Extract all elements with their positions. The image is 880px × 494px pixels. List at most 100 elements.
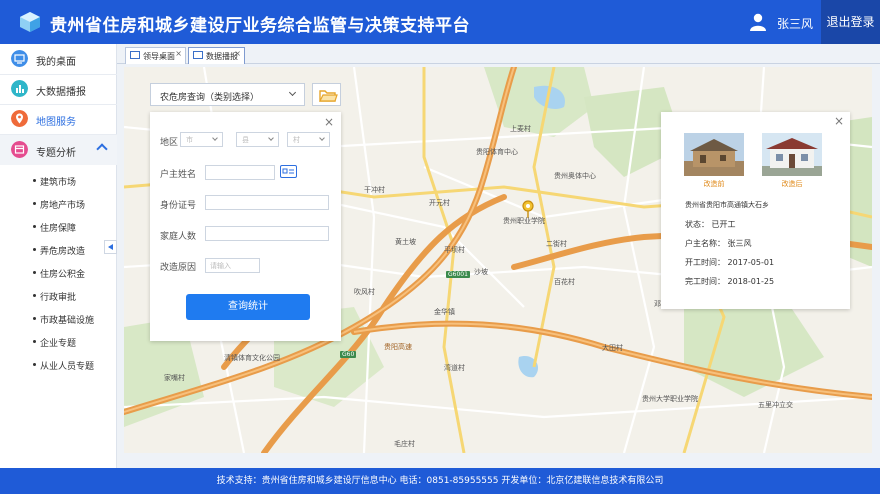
bullet-icon [33,225,36,228]
select-value: 村 [293,136,300,144]
query-category-select[interactable]: 农危房查询（类别选择） [150,83,305,106]
map-label: 金华镇 [434,308,455,316]
select-value: 市 [186,136,193,144]
start-date-text: 开工时间： 2017-05-01 [685,258,775,267]
map-label: 贵州大学职业学院 [642,395,698,403]
road-badge: G6001 [446,271,470,278]
family-size-input[interactable] [205,226,329,241]
chart-icon [11,80,28,97]
chevron-down-icon [268,135,274,141]
before-photo[interactable] [684,133,744,176]
tab-data-report[interactable]: 数据播报 × [188,47,245,64]
family-size-label: 家庭人数 [160,232,197,242]
tab-close-icon[interactable]: × [234,49,241,58]
query-submit-button[interactable]: 查询统计 [186,294,310,320]
sidebar-collapse-handle[interactable] [104,240,117,254]
sidebar-item-topic-analysis[interactable]: 专题分析 [0,135,117,165]
query-panel: × 地区 市 县 村 户主姓名 身份证号 家庭人数 改造原因 请输入 查询统计 [150,112,341,341]
bullet-icon [33,271,36,274]
after-photo[interactable] [762,133,822,176]
map-label: 贵阳高速 [384,343,412,351]
sub-item-label: 企业专题 [40,339,77,349]
sub-item-label: 弄危房改造 [40,247,86,257]
map-label: 大田村 [602,344,623,352]
tab-close-icon[interactable]: × [175,49,182,58]
sub-item-label: 住房保障 [40,224,77,234]
id-card-reader-button[interactable] [280,165,297,178]
id-number-input[interactable] [205,195,329,210]
sub-item-housing-security[interactable]: 住房保障 [0,215,117,238]
sub-item-label: 建筑市场 [40,178,77,188]
bullet-icon [33,179,36,182]
app-header: 贵州省住房和城乡建设厅业务综合监管与决策支持平台 张三风 退出登录 [0,0,880,44]
sidebar-item-desktop[interactable]: 我的桌面 [0,44,117,74]
finish-date-text: 完工时间： 2018-01-25 [685,277,775,286]
input-placeholder: 请输入 [210,262,231,270]
sub-item-municipal-infrastructure[interactable]: 市政基础设施 [0,307,117,330]
window-icon [193,51,203,59]
map-label: 五里冲立交 [758,401,793,409]
map-label: 百花村 [554,278,575,286]
map-label: 平坝村 [444,246,465,254]
region-village-select[interactable]: 村 [287,132,330,147]
bullet-icon [33,363,36,366]
user-name[interactable]: 张三风 [777,15,813,32]
tab-label: 领导桌面 [143,52,175,61]
map-pin-icon [11,110,28,127]
sidebar-item-label: 大数据播报 [36,87,86,98]
monitor-icon [11,50,28,67]
renovation-reason-input[interactable]: 请输入 [205,258,260,273]
chevron-down-icon [288,88,297,97]
sub-item-label: 从业人员专题 [40,362,95,372]
map-label: 沙坡 [474,268,488,276]
sidebar-item-label: 我的桌面 [36,57,76,68]
region-city-select[interactable]: 市 [180,132,223,147]
sub-item-admin-approval[interactable]: 行政审批 [0,284,117,307]
sub-item-label: 市政基础设施 [40,316,95,326]
address-text: 贵州省贵阳市高通镇大石乡 [685,201,769,209]
tab-label: 数据播报 [206,52,238,61]
region-county-select[interactable]: 县 [236,132,279,147]
bullet-icon [33,340,36,343]
footer: 技术支持：贵州省住房和城乡建设厅信息中心 电话：0851-85955555 开发… [0,468,880,494]
logo-icon [20,12,40,32]
calendar-icon [11,141,28,158]
owner-text: 户主名称： 张三风 [685,239,752,248]
sub-item-enterprise[interactable]: 企业专题 [0,330,117,353]
folder-button[interactable] [312,83,341,106]
status-text: 状态： 已开工 [685,220,736,229]
close-icon[interactable]: × [324,115,334,129]
map-label: 吹风村 [354,288,375,296]
id-number-label: 身份证号 [160,201,197,211]
chevron-down-icon [212,135,218,141]
app-title: 贵州省住房和城乡建设厅业务综合监管与决策支持平台 [50,16,470,36]
map-label: 毛庄村 [394,440,415,448]
owner-name-input[interactable] [205,165,275,180]
sidebar-item-label: 地图服务 [36,117,76,128]
sub-item-construction-market[interactable]: 建筑市场 [0,169,117,192]
sub-item-practitioners[interactable]: 从业人员专题 [0,353,117,376]
map-label: 贵州职业学院 [503,217,545,225]
tab-leader-desktop[interactable]: 领导桌面 × [125,47,186,64]
close-icon[interactable]: × [834,114,844,128]
logout-button[interactable]: 退出登录 [821,0,880,44]
sub-item-dilapidated-housing[interactable]: 弄危房改造 [0,238,117,261]
map-label: 湾道村 [444,364,465,372]
sidebar: 我的桌面 大数据播报 地图服务 专题分析 建筑市场 房地产市场 住房保障 弄危房… [0,44,117,468]
sub-item-real-estate[interactable]: 房地产市场 [0,192,117,215]
sidebar-item-map-service[interactable]: 地图服务 [0,104,117,134]
bullet-icon [33,294,36,297]
tab-bar: 领导桌面 × 数据播报 × [117,44,880,64]
owner-name-label: 户主姓名 [160,170,197,180]
map-label: 上麦村 [510,125,531,133]
bullet-icon [33,317,36,320]
id-card-icon [282,168,294,174]
sidebar-item-label: 专题分析 [36,148,76,159]
sidebar-item-big-data[interactable]: 大数据播报 [0,74,117,104]
map-label: 干冲村 [364,186,385,194]
sub-item-housing-fund[interactable]: 住房公积金 [0,261,117,284]
road-badge: G60 [340,351,357,358]
sub-item-label: 房地产市场 [40,201,86,211]
map-label: 开元村 [429,199,450,207]
sub-item-label: 行政审批 [40,293,77,303]
